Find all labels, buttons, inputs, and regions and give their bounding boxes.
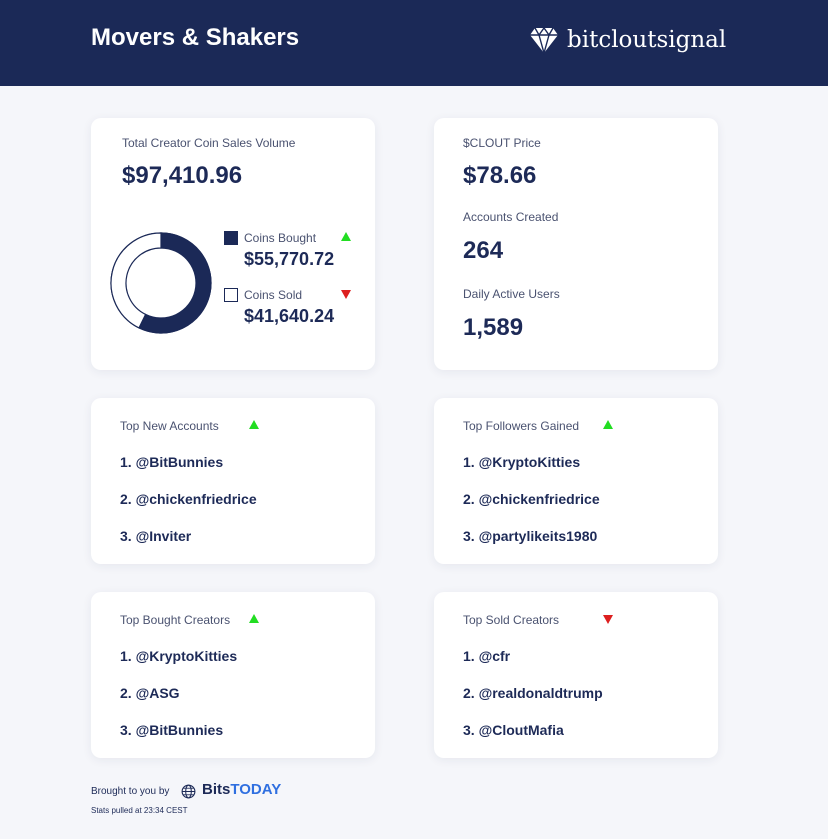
sold-value: $41,640.24 — [244, 306, 335, 326]
list-item[interactable]: 2. @chickenfriedrice — [463, 491, 600, 507]
clout-stats-card: $CLOUT Price $78.66 Accounts Created 264… — [434, 118, 718, 370]
trend-up-icon — [249, 614, 259, 623]
page-title: Movers & Shakers — [91, 24, 300, 51]
bought-value: $55,770.72 — [244, 249, 335, 269]
bought-legend-label: Coins Bought — [244, 231, 317, 245]
sales-volume-card: Total Creator Coin Sales Volume $97,410.… — [91, 118, 375, 370]
accounts-created-value: 264 — [463, 237, 504, 264]
clout-price-label: $CLOUT Price — [463, 136, 541, 150]
list-item[interactable]: 2. @realdonaldtrump — [463, 685, 603, 701]
list-item[interactable]: 1. @cfr — [463, 648, 510, 664]
top-bought-creators-card: Top Bought Creators 1. @KryptoKitties 2.… — [91, 592, 375, 758]
accounts-created-label: Accounts Created — [463, 210, 559, 224]
bought-legend-swatch — [224, 231, 238, 245]
top-sold-creators-card: Top Sold Creators 1. @cfr 2. @realdonald… — [434, 592, 718, 758]
card-title: Top Followers Gained — [463, 419, 580, 433]
list-item[interactable]: 3. @CloutMafia — [463, 722, 564, 738]
list-item[interactable]: 3. @partylikeits1980 — [463, 528, 597, 544]
list-item[interactable]: 1. @KryptoKitties — [463, 454, 580, 470]
trend-down-icon — [603, 615, 613, 624]
list-item[interactable]: 1. @BitBunnies — [120, 454, 223, 470]
globe-icon — [181, 784, 196, 799]
card-title: Top Bought Creators — [120, 613, 231, 627]
list-item[interactable]: 2. @chickenfriedrice — [120, 491, 257, 507]
list-item[interactable]: 2. @ASG — [120, 685, 180, 701]
list-item[interactable]: 1. @KryptoKitties — [120, 648, 237, 664]
sales-donut-chart — [110, 232, 212, 334]
diamond-icon — [530, 26, 558, 55]
top-followers-gained-card: Top Followers Gained 1. @KryptoKitties 2… — [434, 398, 718, 564]
bought-trend-up-icon — [341, 232, 351, 241]
card-title: Top New Accounts — [120, 419, 219, 433]
bitstoday-logo-part-a: Bits — [202, 781, 231, 798]
header-bar: Movers & Shakers bitcloutsignal — [0, 0, 828, 86]
trend-up-icon — [249, 420, 259, 429]
card-title: Top Sold Creators — [463, 613, 560, 627]
sales-volume-label: Total Creator Coin Sales Volume — [122, 136, 296, 150]
clout-price-value: $78.66 — [463, 162, 537, 189]
list-item[interactable]: 3. @BitBunnies — [120, 722, 223, 738]
trend-up-icon — [603, 420, 613, 429]
bitstoday-logo[interactable]: BitsTODAY — [202, 781, 281, 798]
daily-active-users-value: 1,589 — [463, 314, 524, 341]
list-item[interactable]: 3. @Inviter — [120, 528, 191, 544]
stats-timestamp: Stats pulled at 23:34 CEST — [91, 806, 188, 815]
brand-logo[interactable]: bitcloutsignal — [529, 24, 726, 56]
sold-legend-label: Coins Sold — [244, 288, 303, 302]
bitstoday-logo-part-b: TODAY — [230, 781, 282, 798]
top-new-accounts-card: Top New Accounts 1. @BitBunnies 2. @chic… — [91, 398, 375, 564]
sales-volume-total: $97,410.96 — [122, 162, 243, 189]
daily-active-users-label: Daily Active Users — [463, 287, 560, 301]
sold-legend-swatch — [224, 288, 238, 302]
sold-trend-down-icon — [341, 290, 351, 299]
brought-by-text: Brought to you by — [91, 786, 170, 797]
brand-name: bitcloutsignal — [567, 27, 727, 53]
